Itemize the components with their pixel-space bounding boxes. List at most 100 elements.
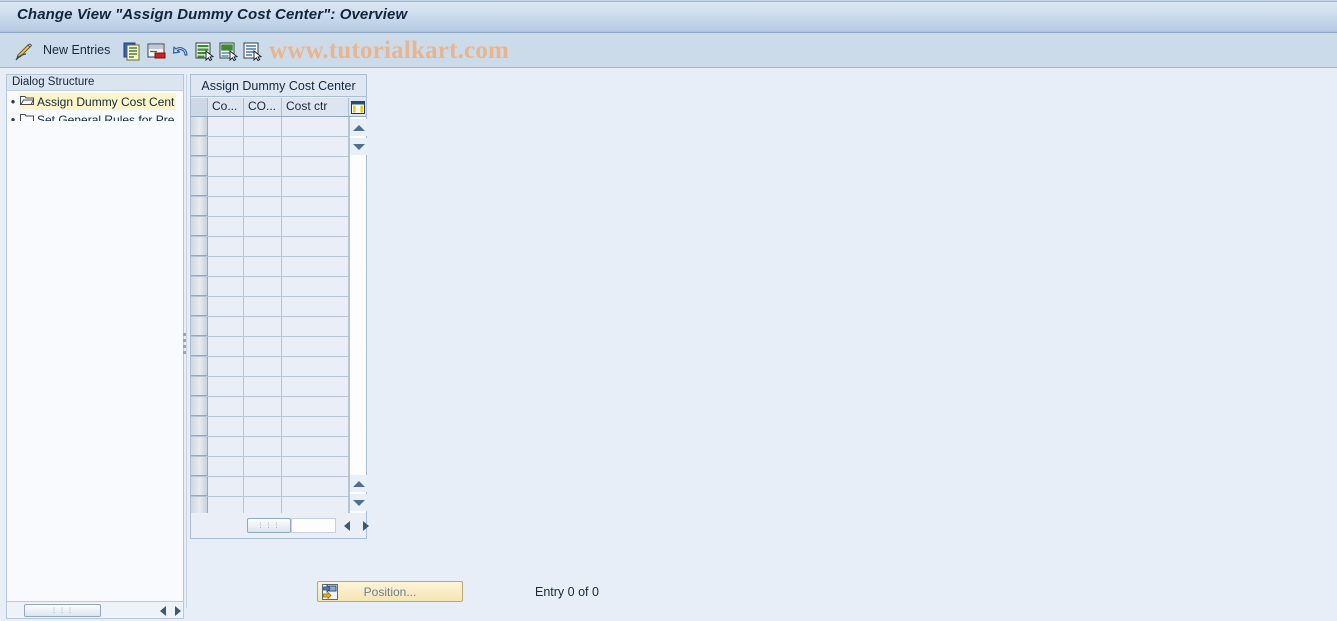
table-cell-co2[interactable] bbox=[244, 457, 282, 476]
copy-as-icon[interactable] bbox=[123, 42, 142, 61]
table-cell-cost-ctr[interactable] bbox=[282, 137, 349, 156]
table-cell-cost-ctr[interactable] bbox=[282, 237, 349, 256]
table-cell-cost-ctr[interactable] bbox=[282, 257, 349, 276]
row-selector-button[interactable] bbox=[191, 397, 208, 416]
table-cell-co1[interactable] bbox=[208, 317, 244, 336]
table-cell-co1[interactable] bbox=[208, 117, 244, 136]
table-cell-co1[interactable] bbox=[208, 297, 244, 316]
table-cell-cost-ctr[interactable] bbox=[282, 337, 349, 356]
table-cell-cost-ctr[interactable] bbox=[282, 297, 349, 316]
table-cell-cost-ctr[interactable] bbox=[282, 317, 349, 336]
row-selector-button[interactable] bbox=[191, 197, 208, 216]
table-cell-cost-ctr[interactable] bbox=[282, 437, 349, 456]
table-cell-cost-ctr[interactable] bbox=[282, 177, 349, 196]
arrow-down-icon-bottom[interactable] bbox=[350, 494, 367, 511]
row-selector-button[interactable] bbox=[191, 137, 208, 156]
sidebar-scrollbar-thumb[interactable]: ⋮⋮⋮ bbox=[24, 604, 101, 617]
table-scrollbar-thumb[interactable]: ⋮⋮⋮ bbox=[247, 518, 291, 533]
table-cell-co2[interactable] bbox=[244, 157, 282, 176]
table-cell-cost-ctr[interactable] bbox=[282, 277, 349, 296]
table-cell-cost-ctr[interactable] bbox=[282, 157, 349, 176]
table-row[interactable] bbox=[191, 217, 349, 237]
table-row[interactable] bbox=[191, 417, 349, 437]
table-cell-co2[interactable] bbox=[244, 377, 282, 396]
table-row[interactable] bbox=[191, 317, 349, 337]
table-cell-co1[interactable] bbox=[208, 437, 244, 456]
arrow-right-icon[interactable] bbox=[171, 603, 185, 618]
table-cell-cost-ctr[interactable] bbox=[282, 397, 349, 416]
arrow-up-icon-bottom[interactable] bbox=[350, 475, 367, 492]
table-row[interactable] bbox=[191, 377, 349, 397]
table-row[interactable] bbox=[191, 237, 349, 257]
table-cell-co2[interactable] bbox=[244, 177, 282, 196]
row-selector-button[interactable] bbox=[191, 277, 208, 296]
table-cell-cost-ctr[interactable] bbox=[282, 497, 349, 513]
table-column-header-co2[interactable]: CO... bbox=[244, 98, 282, 116]
table-cell-co2[interactable] bbox=[244, 217, 282, 236]
table-cell-co1[interactable] bbox=[208, 357, 244, 376]
table-row[interactable] bbox=[191, 437, 349, 457]
table-row[interactable] bbox=[191, 157, 349, 177]
table-row[interactable] bbox=[191, 357, 349, 377]
table-cell-co1[interactable] bbox=[208, 417, 244, 436]
row-selector-button[interactable] bbox=[191, 237, 208, 256]
table-cell-co2[interactable] bbox=[244, 197, 282, 216]
new-entries-button[interactable]: New Entries bbox=[43, 43, 110, 57]
table-cell-co2[interactable] bbox=[244, 117, 282, 136]
table-cell-cost-ctr[interactable] bbox=[282, 417, 349, 436]
table-vertical-scrollbar[interactable] bbox=[349, 117, 367, 513]
table-row[interactable] bbox=[191, 477, 349, 497]
table-cell-co1[interactable] bbox=[208, 257, 244, 276]
table-column-header-cost-ctr[interactable]: Cost ctr bbox=[282, 98, 349, 116]
row-selector-button[interactable] bbox=[191, 297, 208, 316]
table-cell-co2[interactable] bbox=[244, 257, 282, 276]
table-cell-co1[interactable] bbox=[208, 197, 244, 216]
table-cell-co1[interactable] bbox=[208, 457, 244, 476]
table-cell-co2[interactable] bbox=[244, 437, 282, 456]
table-row[interactable] bbox=[191, 277, 349, 297]
table-cell-cost-ctr[interactable] bbox=[282, 217, 349, 236]
sidebar-item-assign-dummy-cost-center[interactable]: • Assign Dummy Cost Cent bbox=[7, 93, 177, 110]
table-cell-cost-ctr[interactable] bbox=[282, 357, 349, 376]
table-column-header-co1[interactable]: Co... bbox=[208, 98, 244, 116]
table-cell-co1[interactable] bbox=[208, 477, 244, 496]
arrow-left-icon[interactable] bbox=[156, 603, 170, 618]
table-cell-co2[interactable] bbox=[244, 357, 282, 376]
table-row[interactable] bbox=[191, 197, 349, 217]
arrow-right-icon[interactable] bbox=[358, 518, 373, 533]
arrow-up-icon[interactable] bbox=[350, 119, 367, 136]
row-selector-button[interactable] bbox=[191, 317, 208, 336]
arrow-left-icon[interactable] bbox=[339, 518, 354, 533]
table-cell-co2[interactable] bbox=[244, 417, 282, 436]
table-row[interactable] bbox=[191, 257, 349, 277]
row-selector-button[interactable] bbox=[191, 497, 208, 513]
table-row[interactable] bbox=[191, 117, 349, 137]
table-scrollbar-track[interactable] bbox=[291, 518, 336, 533]
table-select-all-header[interactable] bbox=[191, 98, 208, 116]
table-row[interactable] bbox=[191, 177, 349, 197]
table-row[interactable] bbox=[191, 337, 349, 357]
table-cell-co2[interactable] bbox=[244, 477, 282, 496]
row-selector-button[interactable] bbox=[191, 477, 208, 496]
table-cell-co1[interactable] bbox=[208, 157, 244, 176]
table-cell-co2[interactable] bbox=[244, 137, 282, 156]
table-cell-co2[interactable] bbox=[244, 397, 282, 416]
table-cell-co2[interactable] bbox=[244, 297, 282, 316]
table-cell-co1[interactable] bbox=[208, 377, 244, 396]
table-cell-co2[interactable] bbox=[244, 277, 282, 296]
row-selector-button[interactable] bbox=[191, 337, 208, 356]
row-selector-button[interactable] bbox=[191, 357, 208, 376]
row-selector-button[interactable] bbox=[191, 257, 208, 276]
pencil-display-change-icon[interactable] bbox=[14, 42, 34, 62]
sidebar-horizontal-scrollbar[interactable]: ⋮⋮⋮ bbox=[6, 601, 184, 619]
select-block-icon[interactable] bbox=[219, 42, 239, 62]
table-row[interactable] bbox=[191, 297, 349, 317]
sidebar-item-set-general-rules[interactable]: • Set General Rules for Pre bbox=[7, 111, 176, 121]
table-cell-co1[interactable] bbox=[208, 217, 244, 236]
row-selector-button[interactable] bbox=[191, 157, 208, 176]
table-cell-cost-ctr[interactable] bbox=[282, 457, 349, 476]
row-selector-button[interactable] bbox=[191, 457, 208, 476]
position-button[interactable]: Position... bbox=[317, 581, 463, 602]
table-cell-co1[interactable] bbox=[208, 237, 244, 256]
table-cell-cost-ctr[interactable] bbox=[282, 477, 349, 496]
